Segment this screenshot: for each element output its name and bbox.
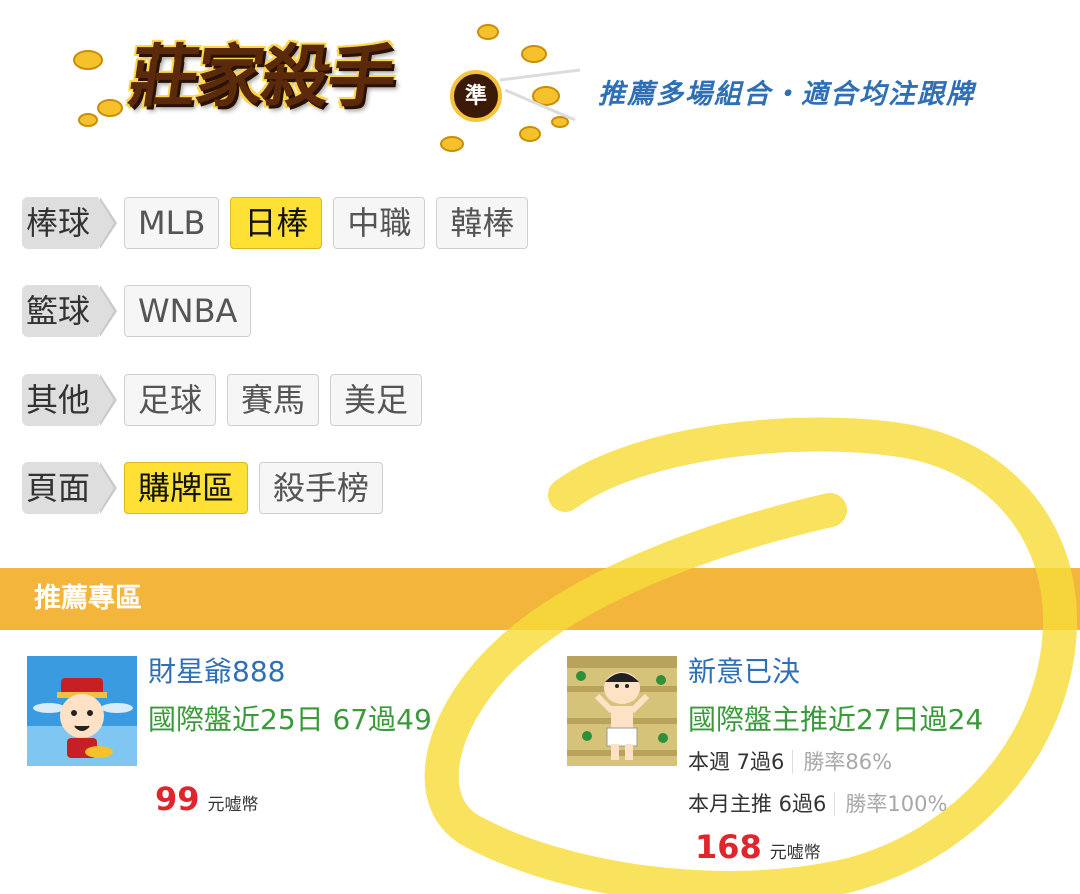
category-row-other: 其他 足球 賽馬 美足 <box>22 372 433 428</box>
category-label-other: 其他 <box>22 374 117 426</box>
chip-purchase-area[interactable]: 購牌區 <box>124 462 249 514</box>
category-label-baseball: 棒球 <box>22 197 117 249</box>
chip-wnba[interactable]: WNBA <box>124 285 252 337</box>
section-title: 推薦專區 <box>0 568 1080 630</box>
chip-killer-ranking[interactable]: 殺手榜 <box>259 462 384 514</box>
cartoon-boy-avatar-icon <box>567 656 677 766</box>
site-logo[interactable]: 莊家殺手 準 <box>60 10 600 160</box>
fortune-god-avatar-icon <box>27 656 137 766</box>
site-slogan: 推薦多場組合・適合均注跟牌 <box>598 79 975 110</box>
category-label-page: 頁面 <box>22 462 117 514</box>
card-2-month-rate: 勝率100% <box>834 792 948 816</box>
card-2-week-rate: 勝率86% <box>792 750 893 774</box>
chip-horse-racing[interactable]: 賽馬 <box>227 374 320 426</box>
chip-npb[interactable]: 日棒 <box>230 197 323 249</box>
category-row-baseball: 棒球 MLB 日棒 中職 韓棒 <box>22 195 539 251</box>
card-1-record: 國際盤近25日 67過49 <box>148 703 432 736</box>
card-1-price-unit: 元嘘幣 <box>207 795 259 815</box>
card-2-record: 國際盤主推近27日過24 <box>688 703 984 736</box>
chip-cpbl[interactable]: 中職 <box>333 197 426 249</box>
card-2-name[interactable]: 新意已決 <box>688 650 800 690</box>
chip-american-football[interactable]: 美足 <box>330 374 423 426</box>
chip-mlb[interactable]: MLB <box>124 197 220 249</box>
card-2-price[interactable]: 168 元嘘幣 <box>695 828 821 866</box>
logo-badge: 準 <box>450 70 502 122</box>
card-2-price-value: 168 <box>695 828 762 866</box>
avatar-card-2[interactable] <box>567 656 677 766</box>
card-2-month-stat: 本月主推 6過6 勝率100% <box>688 788 948 818</box>
card-2-week-label: 本週 7過6 <box>688 750 785 774</box>
category-row-page: 頁面 購牌區 殺手榜 <box>22 460 394 516</box>
card-1-price[interactable]: 99 元嘘幣 <box>155 780 259 818</box>
category-row-basketball: 籃球 WNBA <box>22 283 262 339</box>
category-label-basketball: 籃球 <box>22 285 117 337</box>
logo-title: 莊家殺手 <box>124 37 400 117</box>
avatar-card-1[interactable] <box>27 656 137 766</box>
chip-kbo[interactable]: 韓棒 <box>436 197 529 249</box>
card-2-month-label: 本月主推 6過6 <box>688 792 827 816</box>
card-2-price-unit: 元嘘幣 <box>769 843 821 863</box>
card-2-week-stat: 本週 7過6 勝率86% <box>688 746 893 776</box>
card-1-name[interactable]: 財星爺888 <box>148 650 285 690</box>
chip-soccer[interactable]: 足球 <box>124 374 217 426</box>
card-1-price-value: 99 <box>155 780 200 818</box>
